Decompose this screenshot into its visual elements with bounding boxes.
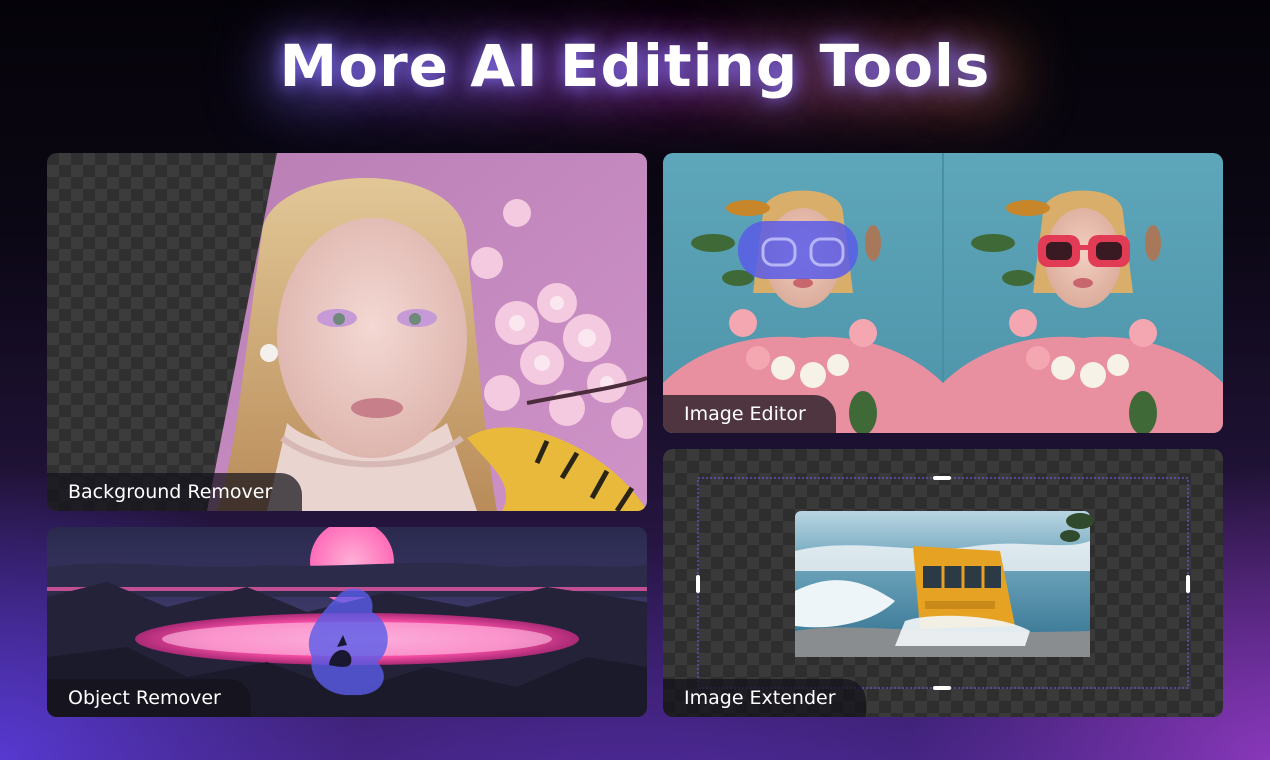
image-editor-image — [663, 153, 1223, 433]
image-editor-card[interactable]: Image Editor — [663, 153, 1223, 433]
image-extender-card[interactable]: Image Extender — [663, 449, 1223, 717]
object-remover-card[interactable]: Object Remover — [47, 527, 647, 717]
image-editor-label: Image Editor — [663, 395, 836, 433]
image-extender-image — [696, 476, 1190, 690]
background-remover-card[interactable]: Background Remover — [47, 153, 647, 511]
page-title: More AI Editing Tools — [279, 32, 991, 100]
image-extender-label: Image Extender — [663, 679, 866, 717]
background-remover-label: Background Remover — [47, 473, 303, 511]
object-remover-label: Object Remover — [47, 679, 251, 717]
background-remover-image — [47, 153, 647, 511]
